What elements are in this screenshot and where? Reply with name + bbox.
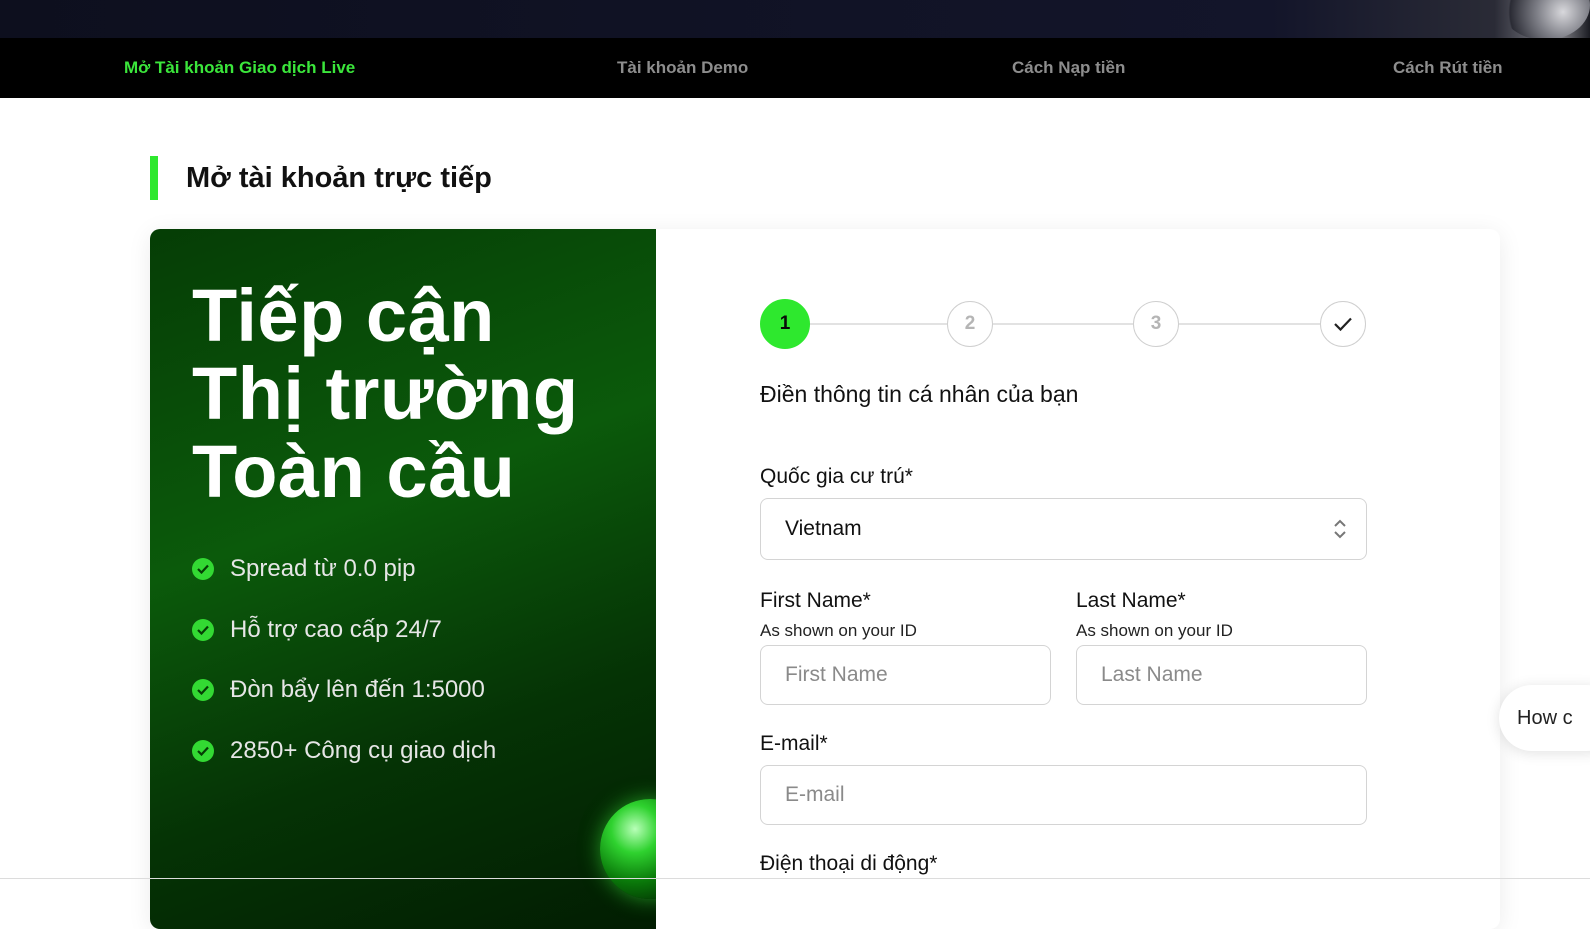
section-title: Mở tài khoản trực tiếp [150, 156, 492, 200]
email-input[interactable] [760, 765, 1367, 825]
nav-demo-account[interactable]: Tài khoản Demo [617, 58, 748, 78]
checkmark-icon [1334, 317, 1352, 332]
feature-text: 2850+ Công cụ giao dịch [230, 737, 497, 764]
feature-text: Đòn bẩy lên đến 1:5000 [230, 676, 485, 703]
headline-line: Thị trường [192, 352, 579, 435]
country-value: Vietnam [785, 517, 862, 540]
last-name-label: Last Name* [1076, 589, 1186, 612]
check-circle-icon [192, 619, 214, 641]
nav-how-to-deposit[interactable]: Cách Nạp tiền [1012, 58, 1125, 78]
globe-illustration [600, 799, 656, 899]
first-name-input[interactable] [760, 645, 1051, 705]
country-select[interactable]: Vietnam [760, 498, 1367, 560]
feature-text: Spread từ 0.0 pip [230, 555, 416, 582]
progress-stepper: 1 2 3 [760, 299, 1368, 349]
chat-label: How c [1517, 707, 1573, 729]
step-2: 2 [947, 301, 993, 347]
country-label: Quốc gia cư trú* [760, 465, 913, 488]
promo-panel: Tiếp cận Thị trường Toàn cầu Spread từ 0… [150, 229, 656, 929]
feature-item: Hỗ trợ cao cấp 24/7 [192, 616, 442, 644]
phone-label: Điện thoại di động* [760, 852, 938, 875]
last-name-input[interactable] [1076, 645, 1367, 705]
email-label: E-mail* [760, 732, 828, 755]
feature-item: 2850+ Công cụ giao dịch [192, 737, 496, 765]
feature-item: Spread từ 0.0 pip [192, 555, 416, 583]
chevron-updown-icon [1334, 519, 1346, 539]
promo-headline: Tiếp cận Thị trường Toàn cầu [192, 277, 579, 511]
nav-open-live-account[interactable]: Mở Tài khoản Giao dịch Live [124, 58, 355, 78]
check-circle-icon [192, 558, 214, 580]
check-circle-icon [192, 679, 214, 701]
account-subnav: Mở Tài khoản Giao dịch Live Tài khoản De… [0, 38, 1590, 98]
form-panel: 1 2 3 Điền thông tin cá nhân của bạn Quố… [656, 229, 1500, 929]
feature-item: Đòn bẩy lên đến 1:5000 [192, 676, 485, 704]
headline-line: Toàn cầu [192, 430, 516, 513]
decorative-orb [1500, 0, 1590, 40]
step-3: 3 [1133, 301, 1179, 347]
last-name-hint: As shown on your ID [1076, 621, 1233, 640]
stepper-line [785, 323, 1343, 325]
check-circle-icon [192, 740, 214, 762]
chat-widget-button[interactable]: How c [1499, 685, 1590, 751]
first-name-label: First Name* [760, 589, 871, 612]
first-name-hint: As shown on your ID [760, 621, 917, 640]
form-title: Điền thông tin cá nhân của bạn [760, 381, 1079, 407]
nav-how-to-withdraw[interactable]: Cách Rút tiền [1393, 58, 1503, 78]
step-complete [1320, 301, 1366, 347]
headline-line: Tiếp cận [192, 274, 495, 357]
step-1: 1 [760, 299, 810, 349]
top-banner-strip [0, 0, 1590, 40]
viewport-bottom-divider [0, 878, 1590, 879]
signup-card: Tiếp cận Thị trường Toàn cầu Spread từ 0… [150, 229, 1500, 929]
feature-text: Hỗ trợ cao cấp 24/7 [230, 616, 442, 643]
